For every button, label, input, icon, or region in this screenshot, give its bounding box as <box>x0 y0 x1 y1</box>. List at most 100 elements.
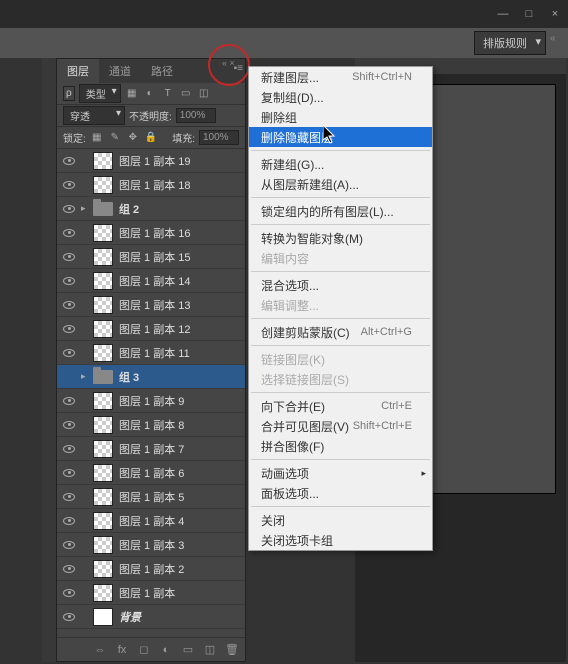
minimize-button[interactable]: — <box>494 7 512 21</box>
layer-row[interactable]: 图层 1 副本 12 <box>57 317 245 341</box>
layer-name[interactable]: 组 2 <box>119 201 245 217</box>
opacity-input[interactable]: 100% <box>176 108 216 123</box>
filter-image-icon[interactable]: ▦ <box>125 87 139 101</box>
layer-thumbnail[interactable] <box>93 248 113 266</box>
layer-name[interactable]: 图层 1 副本 15 <box>119 249 245 265</box>
visibility-toggle[interactable] <box>57 397 81 405</box>
lock-all-icon[interactable]: 🔒 <box>144 131 158 145</box>
delete-layer-icon[interactable]: 🗑 <box>225 643 239 657</box>
layer-name[interactable]: 图层 1 副本 3 <box>119 537 245 553</box>
layer-thumbnail[interactable] <box>93 560 113 578</box>
layer-name[interactable]: 图层 1 副本 12 <box>119 321 245 337</box>
layer-thumbnail[interactable] <box>93 608 113 626</box>
layer-name[interactable]: 图层 1 副本 8 <box>119 417 245 433</box>
lock-pixels-icon[interactable]: ✎ <box>108 131 122 145</box>
panel-collapse-icon[interactable]: « <box>550 33 560 53</box>
menu-item[interactable]: 动画选项 <box>249 463 432 483</box>
layer-thumbnail[interactable] <box>93 440 113 458</box>
panel-menu-icon[interactable]: ▪≡ <box>234 63 243 74</box>
layer-row[interactable]: 图层 1 副本 8 <box>57 413 245 437</box>
layer-name[interactable]: 图层 1 副本 9 <box>119 393 245 409</box>
visibility-toggle[interactable] <box>57 421 81 429</box>
visibility-toggle[interactable] <box>57 565 81 573</box>
layer-mask-icon[interactable]: ◻ <box>137 643 151 657</box>
layer-name[interactable]: 图层 1 副本 19 <box>119 153 245 169</box>
new-group-icon[interactable]: ▭ <box>181 643 195 657</box>
layer-thumbnail[interactable] <box>93 584 113 602</box>
visibility-toggle[interactable] <box>57 517 81 525</box>
menu-item[interactable]: 混合选项... <box>249 275 432 295</box>
layer-style-icon[interactable]: fx <box>115 643 129 657</box>
filter-smart-icon[interactable]: ◫ <box>197 87 211 101</box>
kind-filter-icon[interactable]: ρ <box>63 86 75 101</box>
visibility-toggle[interactable] <box>57 589 81 597</box>
layer-thumbnail[interactable] <box>93 224 113 242</box>
layer-thumbnail[interactable] <box>93 296 113 314</box>
layer-row[interactable]: 图层 1 副本 14 <box>57 269 245 293</box>
visibility-toggle[interactable] <box>57 157 81 165</box>
new-layer-icon[interactable]: ◫ <box>203 643 217 657</box>
menu-item[interactable]: 删除组 <box>249 107 432 127</box>
layer-thumbnail[interactable] <box>93 176 113 194</box>
layer-row[interactable]: 图层 1 副本 19 <box>57 149 245 173</box>
panel-menu-chevron-icon[interactable]: « × <box>222 58 235 68</box>
layer-name[interactable]: 图层 1 副本 11 <box>119 345 245 361</box>
menu-item[interactable]: 删除隐藏图层 <box>249 127 432 147</box>
layer-row[interactable]: 图层 1 副本 2 <box>57 557 245 581</box>
layer-thumbnail[interactable] <box>93 416 113 434</box>
visibility-toggle[interactable] <box>57 301 81 309</box>
menu-item[interactable]: 从图层新建组(A)... <box>249 174 432 194</box>
layer-row[interactable]: 图层 1 副本 6 <box>57 461 245 485</box>
menu-item[interactable]: 拼合图像(F) <box>249 436 432 456</box>
tab-layers[interactable]: 图层 <box>57 59 99 83</box>
tab-channels[interactable]: 通道 <box>99 59 141 83</box>
visibility-toggle[interactable] <box>57 445 81 453</box>
filter-shape-icon[interactable]: ▭ <box>179 87 193 101</box>
menu-item[interactable]: 复制组(D)... <box>249 87 432 107</box>
filter-adjust-icon[interactable]: ◐ <box>143 87 157 101</box>
link-layers-icon[interactable]: ⇔ <box>93 643 107 657</box>
typography-dropdown[interactable]: 排版规则 <box>474 31 546 55</box>
group-row[interactable]: ▸组 3 <box>57 365 245 389</box>
type-filter-dropdown[interactable]: 类型 <box>79 84 121 103</box>
menu-item[interactable]: 转换为智能对象(M) <box>249 228 432 248</box>
layer-thumbnail[interactable] <box>93 152 113 170</box>
layer-thumbnail[interactable] <box>93 344 113 362</box>
layer-name[interactable]: 图层 1 副本 16 <box>119 225 245 241</box>
layer-thumbnail[interactable] <box>93 464 113 482</box>
layer-name[interactable]: 图层 1 副本 18 <box>119 177 245 193</box>
lock-transparency-icon[interactable]: ▦ <box>90 131 104 145</box>
layer-row[interactable]: 图层 1 副本 15 <box>57 245 245 269</box>
layer-row[interactable]: 图层 1 副本 16 <box>57 221 245 245</box>
layer-row[interactable]: 图层 1 副本 11 <box>57 341 245 365</box>
group-row[interactable]: ▸ 组 2 <box>57 197 245 221</box>
menu-item[interactable]: 锁定组内的所有图层(L)... <box>249 201 432 221</box>
blend-mode-dropdown[interactable]: 穿透 <box>63 106 125 125</box>
menu-item[interactable]: 新建组(G)... <box>249 154 432 174</box>
expand-toggle[interactable]: ▸ <box>81 203 93 214</box>
layer-thumbnail[interactable] <box>93 320 113 338</box>
filter-text-icon[interactable]: T <box>161 87 175 101</box>
visibility-toggle[interactable] <box>57 229 81 237</box>
layer-name[interactable]: 背景 <box>119 609 245 625</box>
visibility-toggle[interactable] <box>57 325 81 333</box>
layer-row[interactable]: 图层 1 副本 18 <box>57 173 245 197</box>
visibility-toggle[interactable] <box>57 253 81 261</box>
adjustment-layer-icon[interactable]: ◐ <box>159 643 173 657</box>
visibility-toggle[interactable] <box>57 613 81 621</box>
menu-item[interactable]: 创建剪贴蒙版(C)Alt+Ctrl+G <box>249 322 432 342</box>
layer-row[interactable]: 图层 1 副本 <box>57 581 245 605</box>
layer-row[interactable]: 图层 1 副本 13 <box>57 293 245 317</box>
layer-name[interactable]: 图层 1 副本 5 <box>119 489 245 505</box>
visibility-toggle[interactable] <box>57 205 81 213</box>
layer-name[interactable]: 图层 1 副本 2 <box>119 561 245 577</box>
layer-row[interactable]: 图层 1 副本 3 <box>57 533 245 557</box>
visibility-toggle[interactable] <box>57 469 81 477</box>
layer-thumbnail[interactable] <box>93 392 113 410</box>
close-button[interactable]: × <box>546 7 564 21</box>
layer-name[interactable]: 图层 1 副本 13 <box>119 297 245 313</box>
fill-input[interactable]: 100% <box>199 130 239 145</box>
maximize-button[interactable]: □ <box>520 7 538 21</box>
menu-item[interactable]: 关闭 <box>249 510 432 530</box>
layer-thumbnail[interactable] <box>93 536 113 554</box>
